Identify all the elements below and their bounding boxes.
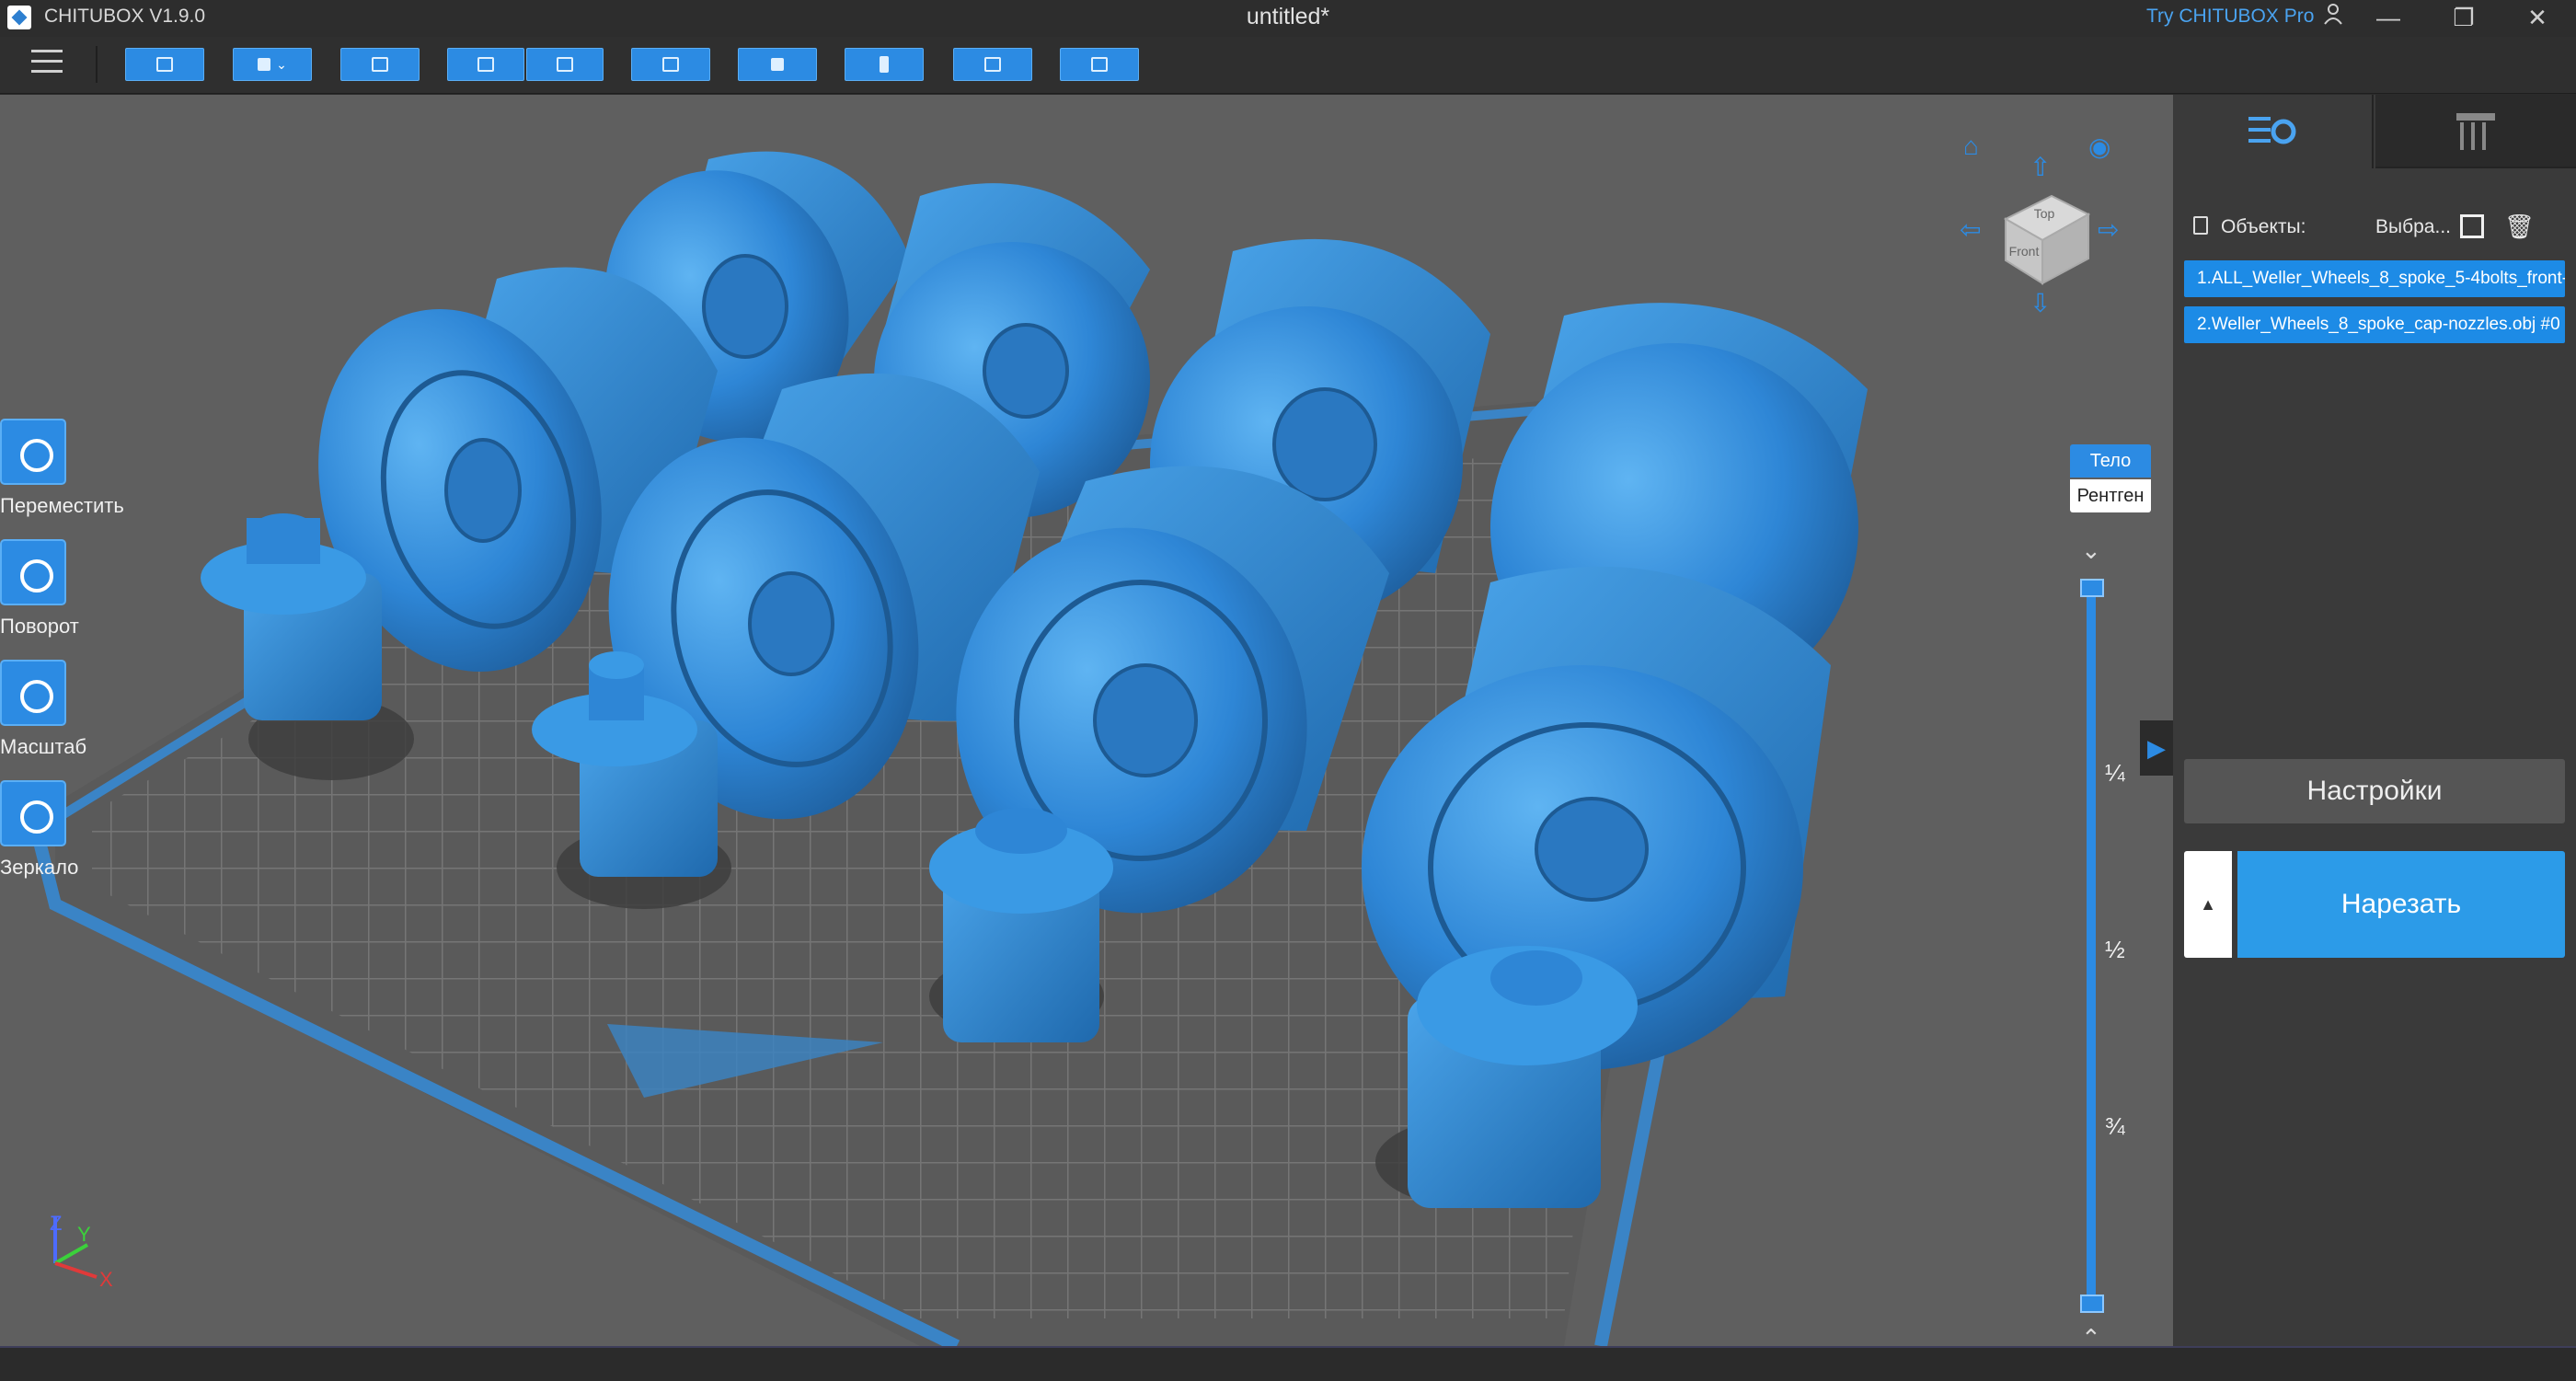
bottle-icon [1091, 57, 1108, 72]
arrange-icon [771, 58, 784, 71]
layout-button[interactable] [631, 48, 710, 81]
rotate-tool[interactable]: Поворот [0, 539, 129, 639]
rotate-icon [0, 539, 66, 605]
arrow-up-icon[interactable]: ⇧ [2030, 152, 2051, 182]
rotate-tool-label: Поворот [0, 615, 79, 638]
document-title: untitled* [1246, 4, 1330, 29]
slider-fraction-quarter: ¼ [2105, 759, 2125, 787]
objects-header: Объекты: Выбра... 🗑 [2193, 213, 2561, 251]
supports-icon [2456, 113, 2495, 150]
app-title: CHITUBOX V1.9.0 [44, 6, 206, 27]
chevron-up-icon[interactable]: ⌃ [2081, 1324, 2101, 1346]
bottle-button[interactable] [1060, 48, 1139, 81]
slice-controls: ▲ Нарезать [2184, 851, 2565, 958]
restore-icon[interactable]: ❐ [2436, 0, 2491, 37]
eye-icon[interactable]: ◉ [2088, 132, 2110, 162]
arrange-button[interactable] [738, 48, 817, 81]
open-file-icon [156, 57, 173, 72]
hub-cap-3 [929, 808, 1113, 1042]
mirror-tool[interactable]: Зеркало [0, 780, 129, 880]
slider-fraction-three-quarters: ¾ [2105, 1112, 2125, 1140]
right-panel: Объекты: Выбра... 🗑 1.ALL_Weller_Wheels_… [2140, 95, 2576, 1346]
select-all-label: Выбра... [2375, 216, 2451, 237]
dig-hole-icon [984, 57, 1001, 72]
tab-model-settings[interactable] [2173, 95, 2374, 168]
close-icon[interactable]: ✕ [2510, 0, 2565, 37]
objects-label: Объекты: [2221, 216, 2306, 237]
arrow-down-icon[interactable]: ⇩ [2030, 288, 2051, 318]
main-toolbar: ⌄ [0, 37, 2576, 94]
user-icon[interactable] [2306, 0, 2361, 37]
slice-options-toggle[interactable]: ▲ [2184, 851, 2232, 958]
undo-button[interactable] [447, 48, 524, 81]
hollow-button[interactable] [845, 48, 924, 81]
settings-list-icon [2248, 117, 2296, 144]
arrow-left-icon[interactable]: ⇦ [1960, 214, 1981, 245]
hamburger-icon[interactable] [31, 50, 63, 77]
redo-button[interactable] [526, 48, 604, 81]
tab-supports[interactable] [2375, 95, 2576, 168]
move-tool-label: Переместить [0, 494, 124, 517]
title-bar: CHITUBOX V1.9.0 untitled* Try CHITUBOX P… [0, 0, 2576, 37]
redo-icon [557, 57, 573, 72]
move-icon [0, 419, 66, 485]
slice-button[interactable]: Нарезать [2237, 851, 2565, 958]
open-file-button[interactable] [125, 48, 204, 81]
hollow-icon [880, 56, 889, 73]
layer-slider-top-handle[interactable] [2080, 579, 2104, 597]
mirror-tool-label: Зеркало [0, 856, 79, 879]
slider-fraction-half: ½ [2105, 936, 2125, 963]
scale-tool-label: Масштаб [0, 735, 87, 758]
save-icon [258, 58, 271, 71]
view-cube-front-label: Front [2009, 244, 2040, 259]
layout-icon [662, 57, 679, 72]
undo-icon [477, 57, 494, 72]
dig-hole-button[interactable] [953, 48, 1032, 81]
collapse-panel-icon[interactable]: ▶ [2140, 720, 2173, 776]
axis-x-label: X [99, 1268, 113, 1291]
scene-canvas: Z Y X [30, 151, 1868, 1346]
save-button[interactable]: ⌄ [233, 48, 312, 81]
trash-icon[interactable]: 🗑 [2504, 213, 2535, 241]
axis-y-label: Y [77, 1223, 91, 1246]
scale-tool[interactable]: Масштаб [0, 660, 129, 759]
settings-button[interactable]: Настройки [2184, 759, 2565, 823]
toolbar-divider [96, 46, 98, 83]
axis-z-label: Z [50, 1212, 62, 1235]
try-pro-link[interactable]: Try CHITUBOX Pro [2146, 6, 2314, 28]
document-icon [2193, 216, 2208, 235]
scale-icon [0, 660, 66, 726]
status-bar [0, 1346, 2576, 1381]
app-logo-icon [7, 6, 31, 29]
arrow-right-icon[interactable]: ⇨ [2098, 214, 2119, 245]
cut-button[interactable] [340, 48, 420, 81]
cut-icon [372, 57, 388, 72]
select-all-checkbox[interactable] [2460, 214, 2484, 238]
home-view-icon[interactable]: ⌂ [1963, 132, 1979, 161]
chevron-down-icon: ⌄ [276, 56, 287, 72]
view-cube[interactable]: Top Front [1996, 187, 2098, 288]
mirror-icon [0, 780, 66, 846]
object-list-item[interactable]: 2.Weller_Wheels_8_spoke_cap-nozzles.obj … [2184, 306, 2565, 343]
view-mode-body[interactable]: Тело [2070, 444, 2151, 478]
chevron-down-icon[interactable]: ⌄ [2081, 536, 2101, 565]
layer-slider-bottom-handle[interactable] [2080, 1295, 2104, 1313]
move-tool[interactable]: Переместить [0, 419, 129, 518]
view-cube-top-label: Top [2034, 206, 2055, 221]
minimize-icon[interactable]: — [2361, 0, 2416, 37]
layer-slider-track[interactable] [2087, 588, 2096, 1311]
object-list-item[interactable]: 1.ALL_Weller_Wheels_8_spoke_5-4bolts_fro… [2184, 260, 2565, 297]
view-mode-xray[interactable]: Рентген [2070, 479, 2151, 512]
3d-viewport[interactable]: Z Y X Переместить Поворот Масштаб Зеркал… [0, 95, 2173, 1346]
